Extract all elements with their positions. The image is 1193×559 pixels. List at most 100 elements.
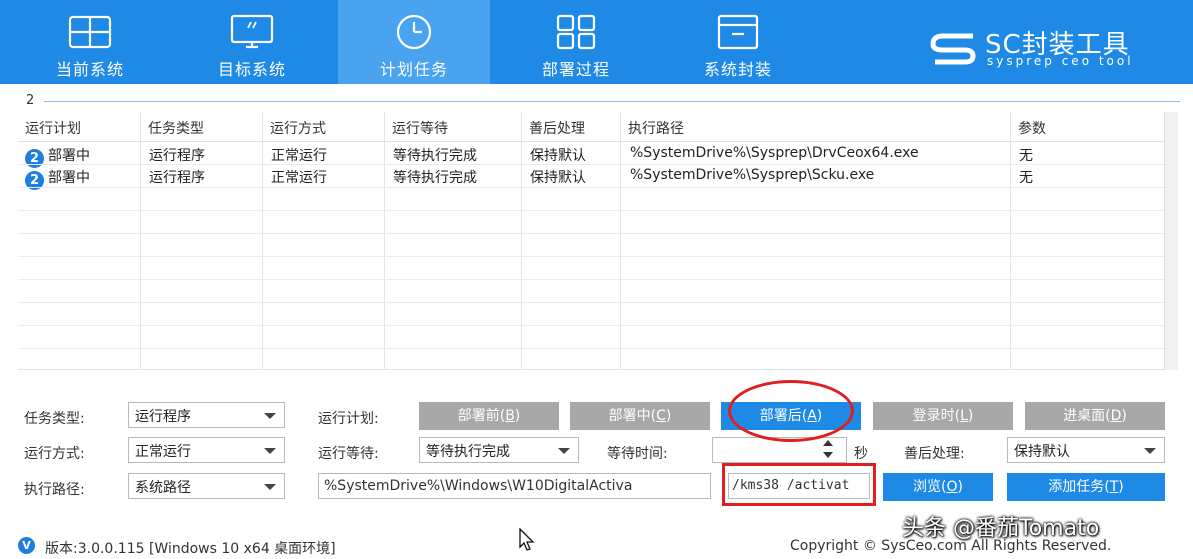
wait-time-stepper[interactable]: [822, 437, 834, 463]
column-divider: [521, 112, 522, 370]
table-cell[interactable]: 无: [1019, 145, 1033, 165]
column-header[interactable]: 任务类型: [148, 118, 204, 138]
column-divider: [140, 112, 141, 370]
hotkey: B: [505, 408, 515, 424]
table-cell[interactable]: 运行程序: [149, 145, 205, 165]
row-divider: [18, 210, 1164, 211]
button-text: 部署中(: [608, 408, 657, 424]
group-caption: 2: [26, 93, 35, 108]
table-cell[interactable]: 运行程序: [149, 167, 205, 187]
button-text: 进桌面(: [1063, 408, 1111, 424]
chevron-down-icon: [1144, 448, 1156, 454]
chevron-down-icon: [264, 413, 276, 419]
monitor-icon: [230, 14, 274, 49]
hotkey: C: [656, 408, 666, 424]
row-divider: [18, 256, 1164, 257]
browse-button[interactable]: 浏览(O): [883, 473, 993, 501]
row-divider: [18, 164, 1164, 165]
windows-icon: [68, 15, 112, 49]
clock-icon: [396, 14, 432, 50]
watermark: 头条 @番茄Tomato: [902, 516, 1100, 541]
button-text-tail: ): [665, 408, 672, 424]
mouse-cursor-icon: [519, 528, 535, 551]
row-divider: [18, 187, 1164, 188]
select-value: 等待执行完成: [426, 444, 510, 460]
button-text: 添加任务(: [1048, 479, 1110, 495]
table-cell[interactable]: 正常运行: [271, 167, 327, 187]
row-divider: [18, 302, 1164, 303]
tab-scheduled-tasks[interactable]: 计划任务: [338, 0, 490, 84]
table-cell[interactable]: 保持默认: [530, 145, 586, 165]
tab-target-system[interactable]: 目标系统: [176, 0, 328, 84]
button-text-tail: ): [957, 479, 963, 495]
before-deploy-button[interactable]: 部署前(B): [419, 402, 559, 430]
button-text-tail: ): [967, 408, 974, 424]
annotation-ellipse: [728, 380, 854, 442]
cell-text: 部署中: [48, 170, 90, 186]
select-value: 系统路径: [135, 480, 191, 496]
column-divider: [620, 112, 621, 370]
tab-deploy-process[interactable]: 部署过程: [500, 0, 652, 84]
button-text-tail: ): [1121, 408, 1127, 424]
tab-system-package[interactable]: 系统封装: [662, 0, 814, 84]
run-mode-label: 运行方式:: [24, 446, 85, 462]
hotkey: T: [1109, 479, 1119, 495]
column-header[interactable]: 运行方式: [270, 118, 326, 138]
column-header[interactable]: 运行等待: [392, 118, 448, 138]
column-header[interactable]: 善后处理: [529, 118, 585, 138]
tab-current-system[interactable]: 当前系统: [14, 0, 166, 84]
column-divider: [1010, 112, 1011, 370]
step-badge: 2: [25, 149, 44, 168]
task-table[interactable]: 运行计划 任务类型 运行方式 运行等待 善后处理 执行路径 参数 2 部署中 运行…: [18, 112, 1178, 370]
version-text: 版本:3.0.0.115 [Windows 10 x64 桌面环境]: [45, 541, 336, 557]
column-divider: [262, 112, 263, 370]
table-cell[interactable]: 正常运行: [271, 145, 327, 165]
chevron-down-icon: [264, 484, 276, 490]
table-cell[interactable]: %SystemDrive%\Sysprep\DrvCeox64.exe: [630, 145, 919, 161]
tab-label: 计划任务: [379, 60, 448, 79]
hotkey: O: [946, 479, 958, 495]
table-cell[interactable]: 等待执行完成: [393, 145, 477, 165]
run-plan-label: 运行计划:: [318, 411, 379, 427]
exec-path-input[interactable]: %SystemDrive%\Windows\W10DigitalActiva: [318, 473, 711, 499]
run-wait-select[interactable]: 等待执行完成: [419, 437, 579, 463]
table-scrollbar[interactable]: [1164, 112, 1178, 370]
task-type-select[interactable]: 运行程序: [128, 402, 285, 428]
table-cell[interactable]: %SystemDrive%\Sysprep\Scku.exe: [630, 167, 874, 183]
tab-label: 当前系统: [55, 60, 124, 79]
table-cell[interactable]: 保持默认: [530, 167, 586, 187]
on-desktop-button[interactable]: 进桌面(D): [1025, 402, 1165, 430]
button-text: 登录时(: [912, 408, 961, 424]
column-header[interactable]: 执行路径: [628, 118, 684, 138]
sc-logo-icon: [930, 33, 976, 65]
package-icon: [717, 14, 759, 50]
select-value: 正常运行: [135, 444, 191, 460]
top-nav-bar: 当前系统 目标系统 计划任务 部署过程 系统封装 SC封装工具 sysprep …: [0, 0, 1193, 84]
button-text-tail: ): [514, 408, 521, 424]
select-value: 保持默认: [1014, 444, 1070, 460]
after-process-select[interactable]: 保持默认: [1007, 437, 1165, 463]
group-divider: [44, 101, 1180, 102]
cell-text: 部署中: [48, 148, 90, 164]
grid-icon: [556, 14, 596, 50]
row-divider: [18, 279, 1164, 280]
path-type-select[interactable]: 系统路径: [128, 473, 285, 499]
add-task-button[interactable]: 添加任务(T): [1007, 473, 1165, 501]
on-login-button[interactable]: 登录时(L): [873, 402, 1013, 430]
column-header[interactable]: 参数: [1018, 118, 1046, 138]
column-header[interactable]: 运行计划: [25, 118, 81, 138]
column-divider: [384, 112, 385, 370]
wait-time-label: 等待时间:: [607, 446, 668, 462]
chevron-down-icon: [264, 448, 276, 454]
annotation-box: [722, 463, 876, 506]
brand-tagline: sysprep ceo tool: [987, 54, 1134, 68]
stepper-up-icon[interactable]: [823, 440, 833, 446]
version-icon: V: [18, 537, 35, 554]
table-cell[interactable]: 无: [1019, 167, 1033, 187]
hotkey: D: [1110, 408, 1122, 424]
button-text: 浏览(: [913, 479, 947, 495]
during-deploy-button[interactable]: 部署中(C): [570, 402, 710, 430]
run-mode-select[interactable]: 正常运行: [128, 437, 285, 463]
stepper-down-icon[interactable]: [823, 452, 833, 458]
table-cell[interactable]: 等待执行完成: [393, 167, 477, 187]
